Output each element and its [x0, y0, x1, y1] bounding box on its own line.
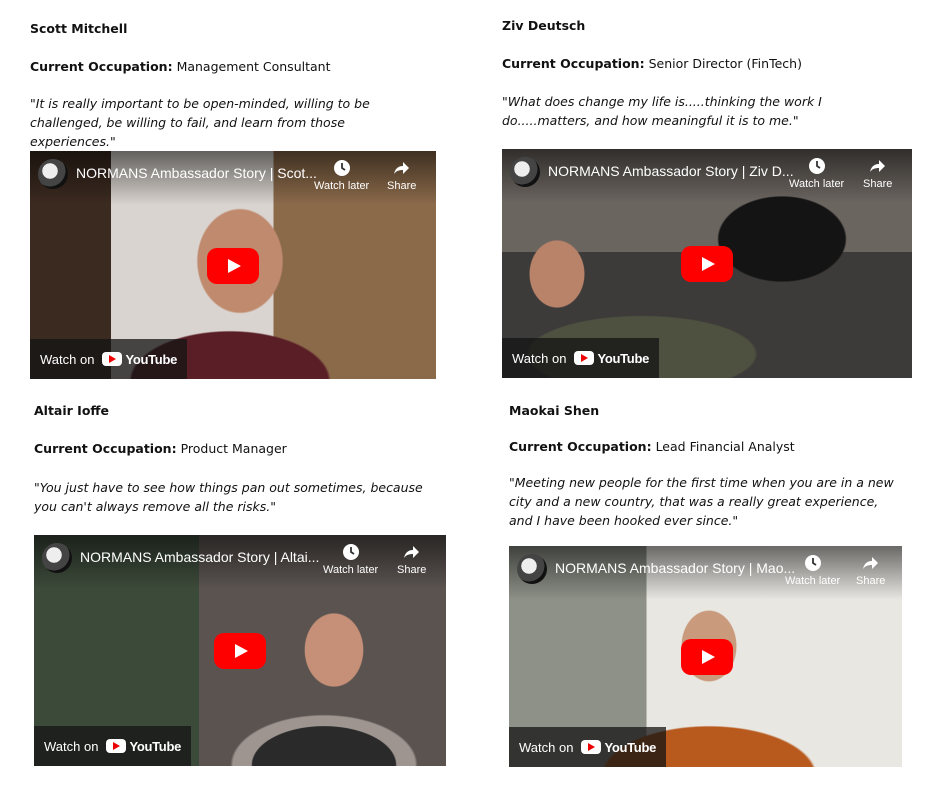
youtube-logo-icon: YouTube [574, 351, 649, 366]
ambassador-quote: "You just have to see how things pan out… [34, 480, 423, 514]
channel-avatar[interactable] [510, 157, 540, 187]
watch-later-button[interactable]: Watch later [785, 554, 840, 587]
watch-on-youtube-button[interactable]: Watch on YouTube [30, 339, 188, 379]
share-arrow-icon [393, 162, 409, 174]
video-embed[interactable]: NORMANS Ambassador Story | Ziv D... Watc… [502, 149, 912, 378]
occupation-value: Product Manager [180, 441, 287, 456]
clock-icon [804, 555, 821, 571]
share-arrow-icon [862, 557, 878, 569]
ambassador-name: Scott Mitchell [30, 21, 128, 36]
video-title[interactable]: NORMANS Ambassador Story | Scot... [76, 165, 317, 181]
share-button[interactable]: Share [387, 159, 416, 192]
occupation-line: Current Occupation: Product Manager [34, 441, 287, 456]
occupation-value: Management Consultant [176, 59, 331, 74]
occupation-label: Current Occupation: [502, 56, 645, 71]
play-icon[interactable] [681, 639, 733, 675]
share-button[interactable]: Share [856, 554, 885, 587]
occupation-line: Current Occupation: Lead Financial Analy… [509, 439, 795, 454]
youtube-logo-icon: YouTube [581, 740, 656, 755]
video-title[interactable]: NORMANS Ambassador Story | Altai... [80, 549, 319, 565]
ambassador-quote: "Meeting new people for the first time w… [509, 475, 894, 528]
clock-icon [333, 160, 350, 176]
ambassador-name: Maokai Shen [509, 403, 600, 418]
watch-later-button[interactable]: Watch later [789, 157, 844, 190]
video-embed[interactable]: NORMANS Ambassador Story | Mao... Watch … [509, 546, 902, 767]
watch-later-button[interactable]: Watch later [314, 159, 369, 192]
occupation-label: Current Occupation: [509, 439, 652, 454]
video-title[interactable]: NORMANS Ambassador Story | Mao... [555, 560, 795, 576]
occupation-label: Current Occupation: [30, 59, 173, 74]
watch-on-youtube-button[interactable]: Watch on YouTube [509, 727, 667, 767]
channel-avatar[interactable] [42, 543, 72, 573]
play-icon[interactable] [681, 246, 733, 282]
youtube-logo-icon: YouTube [106, 739, 181, 754]
ambassador-quote: "What does change my life is.....thinkin… [502, 94, 822, 128]
ambassador-quote: "It is really important to be open-minde… [30, 96, 370, 149]
video-embed[interactable]: NORMANS Ambassador Story | Scot... Watch… [30, 151, 436, 379]
ambassador-name: Altair Ioffe [34, 403, 110, 418]
occupation-line: Current Occupation: Management Consultan… [30, 59, 330, 74]
channel-avatar[interactable] [38, 159, 68, 189]
occupation-label: Current Occupation: [34, 441, 177, 456]
occupation-value: Senior Director (FinTech) [648, 56, 802, 71]
occupation-value: Lead Financial Analyst [655, 439, 795, 454]
video-embed[interactable]: NORMANS Ambassador Story | Altai... Watc… [34, 535, 446, 766]
channel-avatar[interactable] [517, 554, 547, 584]
share-arrow-icon [403, 546, 419, 558]
ambassador-name: Ziv Deutsch [502, 18, 586, 33]
video-title[interactable]: NORMANS Ambassador Story | Ziv D... [548, 163, 794, 179]
share-arrow-icon [869, 160, 885, 172]
youtube-logo-icon: YouTube [102, 352, 177, 367]
watch-later-button[interactable]: Watch later [323, 543, 378, 576]
watch-on-youtube-button[interactable]: Watch on YouTube [34, 726, 192, 766]
share-button[interactable]: Share [863, 157, 892, 190]
clock-icon [808, 158, 825, 174]
share-button[interactable]: Share [397, 543, 426, 576]
occupation-line: Current Occupation: Senior Director (Fin… [502, 56, 802, 71]
play-icon[interactable] [214, 633, 266, 669]
clock-icon [342, 544, 359, 560]
play-icon[interactable] [207, 248, 259, 284]
watch-on-youtube-button[interactable]: Watch on YouTube [502, 338, 660, 378]
